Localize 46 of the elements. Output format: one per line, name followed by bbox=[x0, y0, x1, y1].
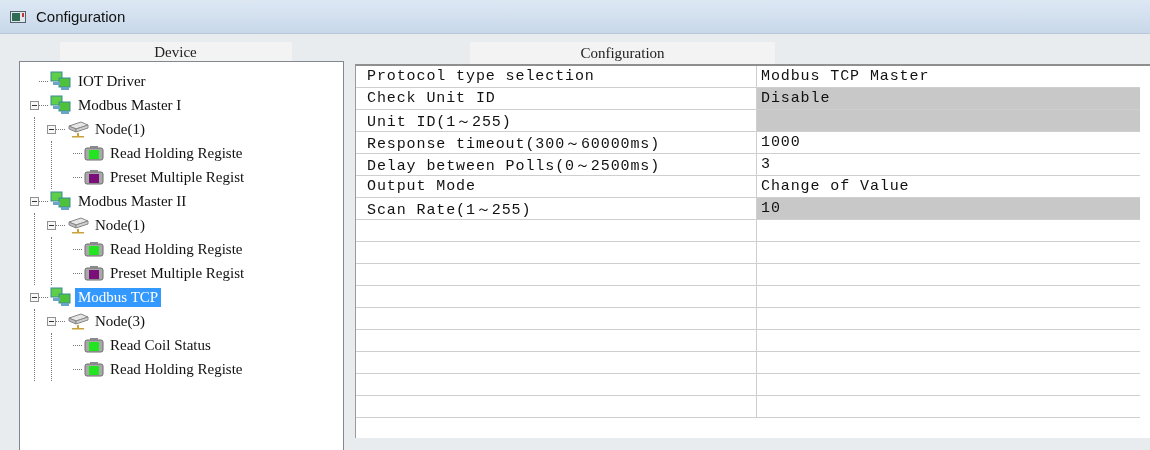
network-device-icon bbox=[67, 312, 89, 330]
computers-icon bbox=[50, 71, 72, 91]
collapse-toggle-icon[interactable] bbox=[47, 316, 56, 326]
tree-item[interactable]: Modbus Master II bbox=[75, 191, 190, 211]
property-name: Response timeout(300～60000ms) bbox=[356, 132, 756, 154]
collapse-toggle-icon[interactable] bbox=[47, 124, 56, 134]
window-title: Configuration bbox=[36, 8, 126, 25]
network-device-icon bbox=[67, 120, 89, 138]
property-name: Delay between Polls(0～2500ms) bbox=[356, 154, 756, 176]
property-name: Check Unit ID bbox=[356, 88, 756, 110]
tree-item[interactable]: Preset Multiple Regist bbox=[107, 167, 248, 187]
tree-item[interactable]: IOT Driver bbox=[75, 71, 149, 91]
computers-icon bbox=[50, 95, 72, 115]
tree-item[interactable]: Read Holding Registe bbox=[107, 239, 246, 259]
panel-header: Device bbox=[59, 42, 292, 61]
collapse-toggle-icon[interactable] bbox=[30, 292, 39, 302]
property-name: Output Mode bbox=[356, 176, 756, 198]
computers-icon bbox=[50, 191, 72, 211]
collapse-toggle-icon[interactable] bbox=[30, 100, 39, 110]
network-device-icon bbox=[67, 216, 89, 234]
property-value[interactable]: 10 bbox=[756, 198, 1140, 220]
property-name: Scan Rate(1～255) bbox=[356, 198, 756, 220]
collapse-toggle-icon[interactable] bbox=[30, 196, 39, 206]
tree-item[interactable]: Modbus Master I bbox=[75, 95, 185, 115]
register-icon bbox=[84, 169, 104, 185]
register-icon bbox=[84, 265, 104, 281]
register-icon bbox=[84, 241, 104, 257]
app-icon bbox=[10, 10, 26, 23]
panel-header: Configuration bbox=[470, 42, 775, 64]
property-value[interactable]: 3 bbox=[756, 154, 1140, 176]
tree-item[interactable]: Read Holding Registe bbox=[107, 143, 246, 163]
property-value[interactable]: 1000 bbox=[756, 132, 1140, 154]
tree-item[interactable]: Node(1) bbox=[92, 119, 148, 139]
tree-item[interactable]: Preset Multiple Regist bbox=[107, 263, 248, 283]
register-icon bbox=[84, 145, 104, 161]
computers-icon bbox=[50, 287, 72, 307]
tree-item[interactable]: Read Coil Status bbox=[107, 335, 214, 355]
tree-item[interactable]: Node(3) bbox=[92, 311, 148, 331]
register-icon bbox=[84, 361, 104, 377]
collapse-toggle-icon[interactable] bbox=[47, 220, 56, 230]
tree-item[interactable]: Read Holding Registe bbox=[107, 359, 246, 379]
property-value[interactable]: Disable bbox=[756, 88, 1140, 110]
property-name: Unit ID(1～255) bbox=[356, 110, 756, 132]
register-icon bbox=[84, 337, 104, 353]
tree-item[interactable]: Node(1) bbox=[92, 215, 148, 235]
property-name: Protocol type selection bbox=[356, 66, 756, 88]
